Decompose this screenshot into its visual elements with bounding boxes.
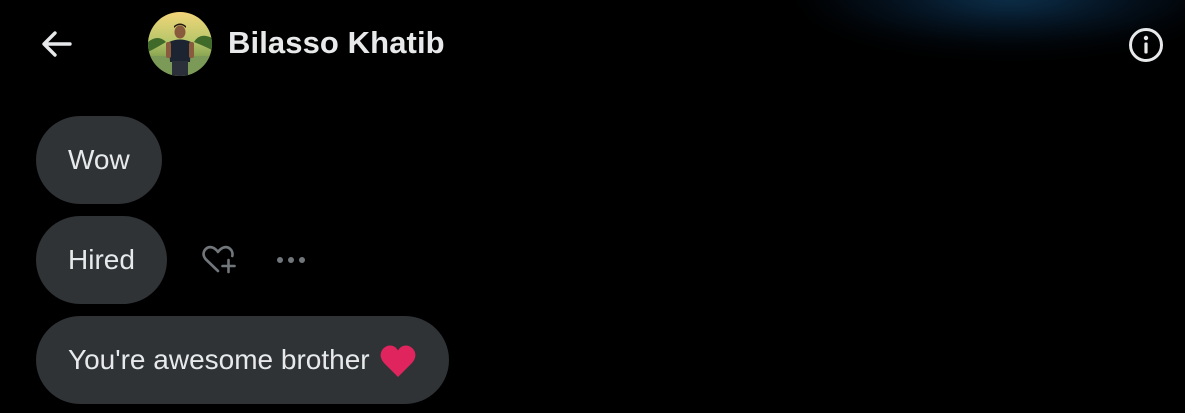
avatar-photo [148,12,212,76]
message-bubble[interactable]: Hired [36,216,167,304]
add-reaction-button[interactable] [200,242,238,278]
conversation-info-button[interactable] [1127,26,1165,64]
message-text: Hired [68,244,135,275]
red-heart-emoji [380,345,416,377]
dm-conversation-screen: Bilasso Khatib Wow Hired You're awesome … [0,0,1185,413]
message-bubble[interactable]: Wow [36,116,162,204]
conversation-header: Bilasso Khatib [0,0,1185,90]
more-options-button[interactable] [272,248,310,272]
heart-plus-icon [202,245,236,274]
message-bubble[interactable]: You're awesome brother [36,316,449,404]
arrow-left-icon [42,31,72,57]
message-text: Wow [68,144,130,175]
info-circle-icon [1129,28,1163,62]
message-text: You're awesome brother [68,344,370,375]
contact-name[interactable]: Bilasso Khatib [228,25,445,61]
back-button[interactable] [36,26,76,62]
more-horizontal-icon [277,257,305,263]
avatar[interactable] [148,12,212,76]
